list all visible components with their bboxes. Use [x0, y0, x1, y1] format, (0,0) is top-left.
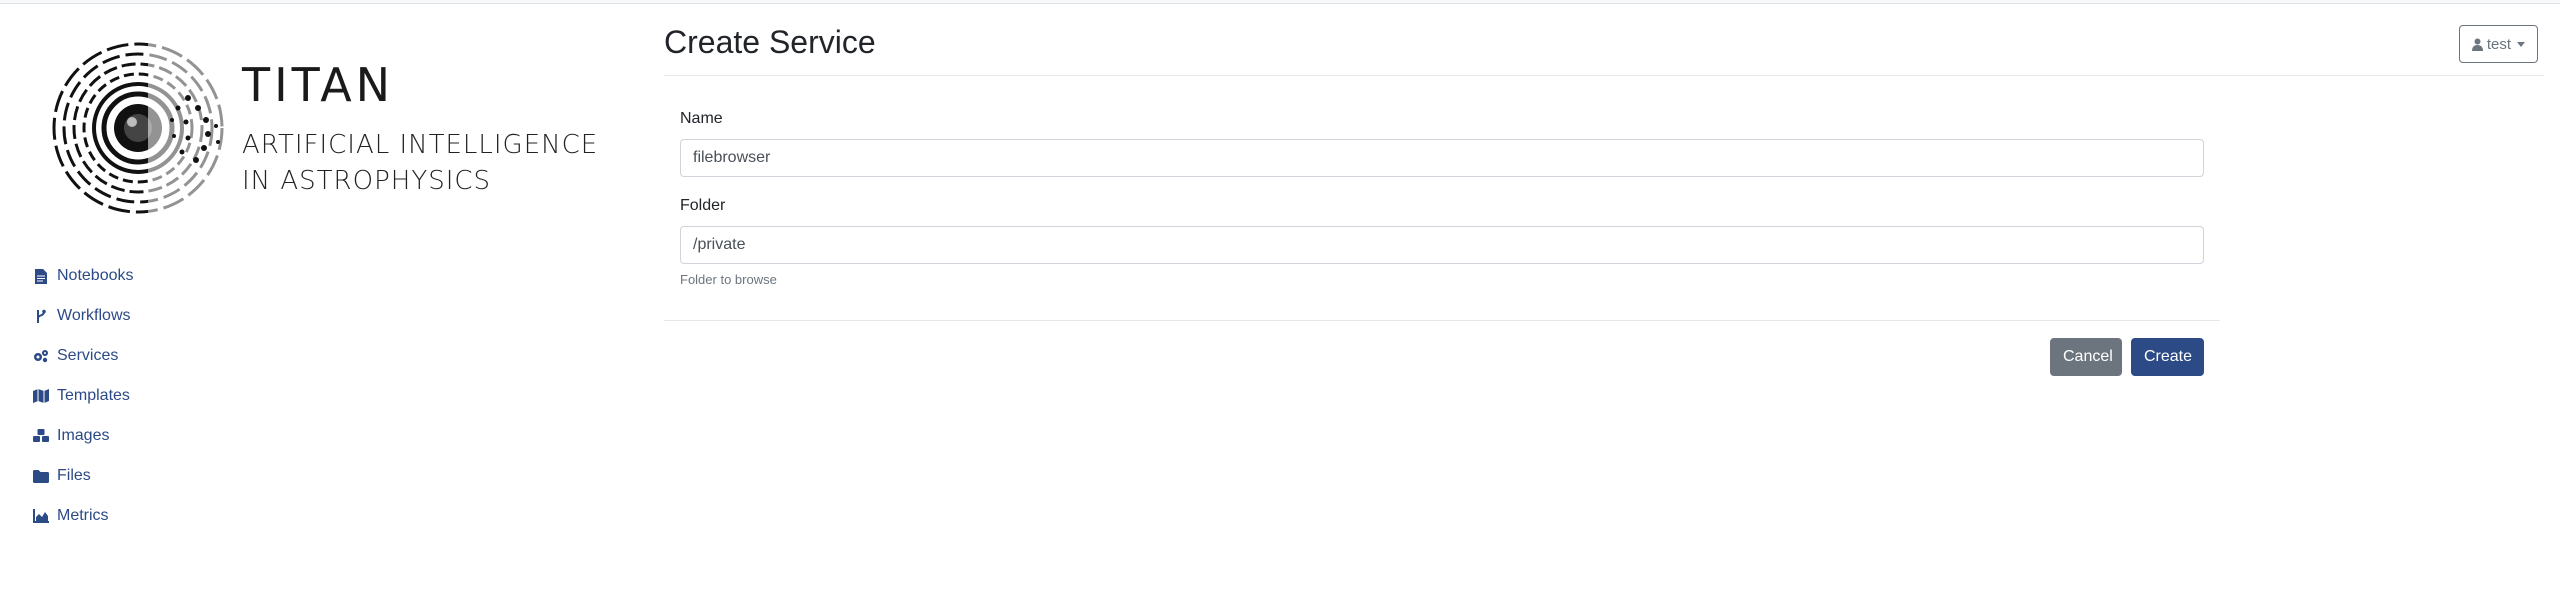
page-title: Create Service: [664, 24, 876, 60]
sidebar-item-label: Files: [57, 467, 91, 484]
sidebar-item-workflows[interactable]: Workflows: [32, 296, 134, 336]
name-label: Name: [680, 110, 723, 127]
sidebar-nav: Notebooks Workflows Services Templates I…: [32, 256, 134, 536]
user-menu-button[interactable]: test: [2458, 25, 2538, 63]
sidebar-item-label: Images: [57, 427, 110, 444]
user-name: test: [2486, 35, 2511, 53]
folder-label: Folder: [680, 197, 726, 214]
logo-title: TITAN: [242, 58, 395, 112]
sidebar-item-label: Notebooks: [57, 267, 134, 284]
sidebar-item-notebooks[interactable]: Notebooks: [32, 256, 134, 296]
logo-emblem-icon: [52, 38, 228, 218]
main-content: Create Service test Name Folder Folder t…: [664, 4, 2544, 592]
file-icon: [32, 268, 50, 284]
cancel-button[interactable]: Cancel: [2050, 338, 2122, 376]
folder-icon: [32, 468, 50, 484]
sidebar-item-label: Services: [57, 347, 119, 364]
area-chart-icon: [32, 508, 50, 524]
titan-logo[interactable]: TITAN ARTIFICIAL INTELLIGENCE IN ASTROPH…: [48, 38, 608, 218]
sidebar: TITAN ARTIFICIAL INTELLIGENCE IN ASTROPH…: [0, 4, 640, 592]
form-divider: [664, 320, 2220, 321]
logo-subtitle-line1: ARTIFICIAL INTELLIGENCE: [242, 130, 599, 160]
map-icon: [32, 388, 50, 404]
sidebar-item-label: Templates: [57, 387, 130, 404]
sidebar-item-templates[interactable]: Templates: [32, 376, 134, 416]
sidebar-item-services[interactable]: Services: [32, 336, 134, 376]
sidebar-item-metrics[interactable]: Metrics: [32, 496, 134, 536]
chevron-down-icon: [2517, 41, 2525, 47]
branch-icon: [32, 308, 50, 324]
cubes-icon: [32, 428, 50, 444]
folder-help-text: Folder to browse: [680, 272, 777, 287]
sidebar-item-label: Workflows: [57, 307, 131, 324]
name-input[interactable]: [680, 139, 2204, 177]
logo-subtitle-line2: IN ASTROPHYSICS: [242, 166, 492, 196]
sidebar-item-files[interactable]: Files: [32, 456, 134, 496]
create-button[interactable]: Create: [2131, 338, 2204, 376]
user-icon: [2471, 38, 2483, 51]
title-divider: [664, 75, 2544, 76]
folder-input[interactable]: [680, 226, 2204, 264]
cogs-icon: [32, 348, 50, 364]
sidebar-item-images[interactable]: Images: [32, 416, 134, 456]
sidebar-item-label: Metrics: [57, 507, 109, 524]
